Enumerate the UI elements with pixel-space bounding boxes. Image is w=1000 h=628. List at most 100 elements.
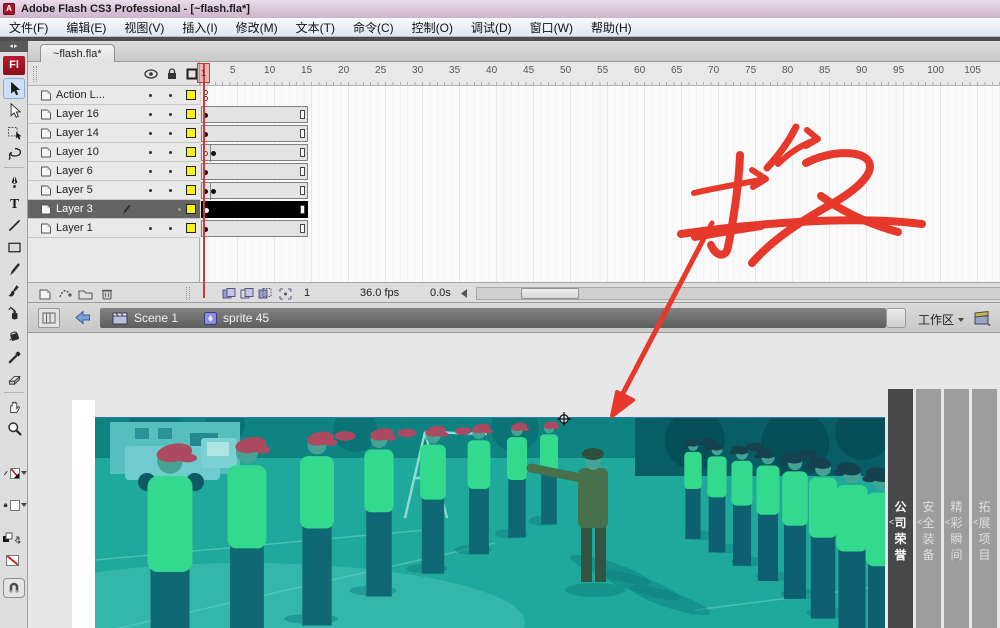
accordion-tab-0[interactable]: < 公司荣誉 [888,389,913,628]
accordion-tab-label: 精彩瞬间 [950,500,963,562]
ruler-number: 80 [782,65,794,76]
stage-photo-selected[interactable] [95,417,885,628]
accordion-tab-label: 拓展项目 [978,500,991,562]
frame-span[interactable] [201,220,308,237]
menu-item-4[interactable]: 修改(M) [227,18,287,36]
playhead-line[interactable] [203,63,205,298]
menu-item-0[interactable]: 文件(F) [0,18,57,36]
current-frame-value: 1 [304,287,311,299]
keyframe-dot[interactable] [211,189,216,194]
menu-item-9[interactable]: 窗口(W) [521,18,582,36]
snap-magnet-button[interactable] [3,578,25,598]
scene-breadcrumb[interactable]: Scene 1 [134,311,178,325]
paint-bucket-tool-icon[interactable] [3,325,25,346]
ruler-number: 40 [486,65,498,76]
frame-row-2 [0,124,1000,143]
pencil-tool-icon[interactable] [3,259,25,280]
edit-multiple-frames-button[interactable] [276,286,294,301]
menu-item-3[interactable]: 插入(I) [173,18,226,36]
stroke-color-swatch[interactable] [2,465,27,481]
workspace-menu[interactable]: 工作区 [918,311,965,328]
document-tab[interactable]: ~flash.fla* [40,44,115,62]
frame-end-marker [300,186,305,195]
frame-span[interactable] [201,163,308,180]
onion-skin-button[interactable] [238,286,256,301]
playhead-marker[interactable]: 1 [197,63,210,83]
document-tab-bar: ~flash.fla* [28,41,1000,62]
menu-item-6[interactable]: 命令(C) [344,18,403,36]
edit-bar: Scene 1 sprite 45 工作区 [28,303,1000,333]
delete-layer-trash-button[interactable] [98,286,116,301]
flash-logo: Fl [3,56,25,75]
accordion-tab-3[interactable]: < 拓展项目 [972,389,997,628]
ruler-number: 25 [375,65,387,76]
center-frame-button[interactable] [220,286,238,301]
brush-tool-icon[interactable] [3,281,25,302]
ruler-number: 100 [927,65,944,76]
edit-scene-icon[interactable] [974,310,992,326]
no-color-button[interactable] [2,552,27,568]
back-arrow-icon[interactable] [74,310,91,325]
frame-end-marker [300,148,305,157]
menu-item-2[interactable]: 视图(V) [115,18,173,36]
rectangle-tool-icon[interactable] [3,237,25,258]
panel-grip[interactable] [33,66,37,82]
keyframe-dot[interactable] [211,151,216,156]
default-swap-colors[interactable] [2,530,27,546]
eyedropper-tool-icon[interactable] [3,347,25,368]
workspace-label: 工作区 [918,313,955,327]
eraser-tool-icon[interactable] [3,369,25,390]
scrollbar-thumb[interactable] [521,288,579,299]
frame-span[interactable] [201,106,308,123]
frame-span[interactable] [201,201,308,218]
insert-folder-button[interactable] [76,286,94,301]
ruler-number: 50 [560,65,572,76]
accordion-tab-2[interactable]: < 精彩瞬间 [944,389,969,628]
onion-skin-outlines-button[interactable] [256,286,274,301]
stage-pasteboard[interactable]: < 公司荣誉 < 安全装备 < 精彩瞬间 < 拓展项目 [28,333,1000,628]
document-tab-label: ~flash.fla* [53,47,102,60]
menu-item-10[interactable]: 帮助(H) [582,18,641,36]
accordion-tab-1[interactable]: < 安全装备 [916,389,941,628]
timeline-toggle-icon[interactable] [38,308,60,328]
menu-item-7[interactable]: 控制(O) [403,18,462,36]
ruler-number: 10 [264,65,276,76]
symbol-breadcrumb[interactable]: sprite 45 [223,311,269,325]
stroke-pencil-icon [3,470,8,476]
timeline-ruler[interactable]: 5 10 15 20 25 30 35 40 45 50 55 60 65 70 75 80 85 90 95 100… [200,62,1000,86]
fill-color-swatch[interactable] [2,497,27,513]
frame-span[interactable] [201,125,308,142]
insert-layer-button[interactable] [36,286,54,301]
menu-item-1[interactable]: 编辑(E) [57,18,115,36]
ruler-number: 105 [964,65,981,76]
stage-background[interactable] [72,400,95,628]
frame-row-6 [0,200,1000,219]
fill-bucket-icon [3,503,8,508]
visibility-eye-icon[interactable] [144,68,158,80]
zoom-tool-icon[interactable] [3,418,25,439]
lock-icon[interactable] [166,67,178,80]
add-motion-guide-button[interactable] [56,286,74,301]
menu-item-8[interactable]: 调试(D) [462,18,521,36]
ruler-number: 85 [819,65,831,76]
chevron-down-icon [958,317,965,322]
ink-bottle-tool-icon[interactable] [3,303,25,324]
scroll-left-arrow[interactable] [458,286,470,301]
window-title: Adobe Flash CS3 Professional - [~flash.f… [21,3,250,15]
ruler-number: 20 [338,65,350,76]
timeline-horizontal-scrollbar[interactable] [476,287,1000,300]
hand-tool-icon[interactable] [3,396,25,417]
symbol-icon [204,311,218,325]
menu-item-5[interactable]: 文本(T) [287,18,344,36]
edit-bar-cap [886,308,906,328]
status-grip[interactable] [186,287,190,300]
frame-span[interactable] [201,182,308,200]
panel-collapse-arrows-icon[interactable]: ◂▸ [0,41,28,52]
accordion-tab-label: 安全装备 [922,500,935,562]
frame-span[interactable] [201,144,308,162]
ruler-number: 55 [597,65,609,76]
registration-point-crosshair [557,412,571,426]
frame-end-marker [300,129,305,138]
frame-rate-value[interactable]: 36.0 fps [360,287,399,299]
ruler-number: 65 [671,65,683,76]
